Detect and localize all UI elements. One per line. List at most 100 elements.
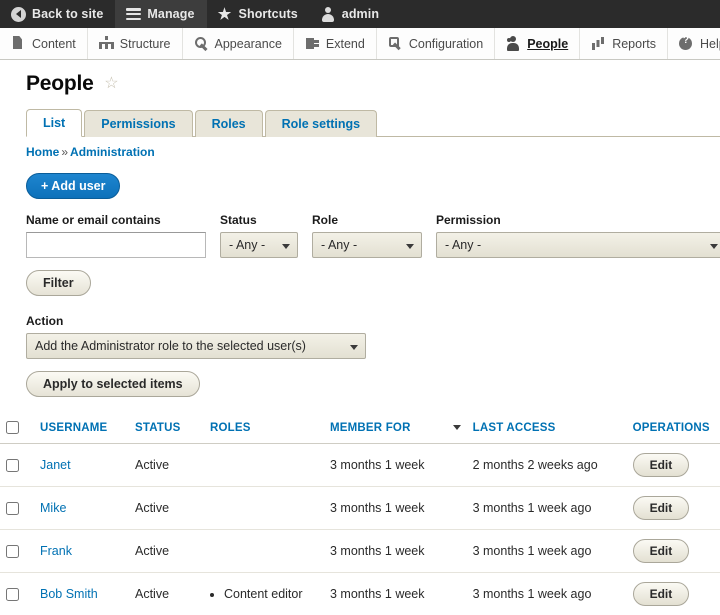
column-header-operations: OPERATIONS: [627, 413, 720, 444]
edit-button[interactable]: Edit: [633, 496, 690, 520]
cell-last-access: 3 months 1 week ago: [467, 530, 627, 573]
appearance-icon: [194, 36, 209, 51]
cell-username: Janet: [34, 444, 129, 487]
admin-toolbar: Back to site Manage ★ Shortcuts admin: [0, 0, 720, 28]
toolbar-item-account[interactable]: admin: [310, 0, 391, 28]
menu-label-help: Help: [700, 37, 720, 51]
menu-item-content[interactable]: Content: [0, 28, 88, 59]
page-title: People: [26, 72, 94, 96]
menu-item-configuration[interactable]: Configuration: [377, 28, 495, 59]
user-link[interactable]: Frank: [40, 544, 72, 558]
status-select[interactable]: - Any -: [220, 232, 298, 258]
action-select[interactable]: Add the Administrator role to the select…: [26, 333, 366, 359]
status-filter-label: Status: [220, 213, 298, 227]
table-body: Janet Active 3 months 1 week 2 months 2 …: [0, 444, 720, 615]
menu-item-people[interactable]: People: [495, 28, 580, 59]
tab-list[interactable]: List: [26, 109, 82, 137]
cell-username: Mike: [34, 487, 129, 530]
cell-operations: Edit: [627, 487, 720, 530]
row-checkbox[interactable]: [6, 545, 19, 558]
menu-label-reports: Reports: [612, 37, 656, 51]
breadcrumb-home[interactable]: Home: [26, 145, 59, 159]
edit-button[interactable]: Edit: [633, 539, 690, 563]
tab-permissions[interactable]: Permissions: [84, 110, 192, 137]
tab-role-settings[interactable]: Role settings: [265, 110, 378, 137]
star-icon: ★: [217, 6, 233, 22]
star-icon[interactable]: ☆: [104, 76, 118, 92]
row-checkbox[interactable]: [6, 502, 19, 515]
row-checkbox[interactable]: [6, 459, 19, 472]
toolbar-item-shortcuts[interactable]: ★ Shortcuts: [207, 0, 310, 28]
role-filter-field: Role - Any -: [312, 213, 422, 258]
row-select-cell: [0, 573, 34, 615]
cell-last-access: 2 months 2 weeks ago: [467, 444, 627, 487]
permission-filter-label: Permission: [436, 213, 720, 227]
admin-menu-bar: Content Structure Appearance Extend Conf…: [0, 28, 720, 60]
reports-icon: [591, 36, 606, 51]
cell-roles: Content editor: [204, 573, 324, 615]
row-checkbox[interactable]: [6, 588, 19, 601]
role-item: Content editor: [224, 587, 318, 601]
menu-label-configuration: Configuration: [409, 37, 483, 51]
permission-filter-field: Permission - Any -: [436, 213, 720, 258]
column-header-last-access[interactable]: LAST ACCESS: [467, 413, 627, 444]
hamburger-icon: [125, 6, 141, 22]
page-content: People ☆ List Permissions Roles Role set…: [0, 60, 720, 615]
cell-member-for: 3 months 1 week: [324, 444, 467, 487]
menu-label-appearance: Appearance: [215, 37, 282, 51]
people-table: USERNAME STATUS ROLES MEMBER FOR LAST AC…: [0, 413, 720, 615]
person-icon: [320, 6, 336, 22]
table-head: USERNAME STATUS ROLES MEMBER FOR LAST AC…: [0, 413, 720, 444]
back-arrow-icon: [10, 6, 26, 22]
cell-status: Active: [129, 444, 204, 487]
edit-button[interactable]: Edit: [633, 453, 690, 477]
toolbar-item-manage[interactable]: Manage: [115, 0, 206, 28]
role-select[interactable]: - Any -: [312, 232, 422, 258]
column-header-username[interactable]: USERNAME: [34, 413, 129, 444]
menu-item-reports[interactable]: Reports: [580, 28, 668, 59]
filter-button[interactable]: Filter: [26, 270, 91, 296]
structure-icon: [99, 36, 114, 51]
column-header-member-for[interactable]: MEMBER FOR: [324, 413, 467, 444]
select-all-checkbox[interactable]: [6, 421, 19, 434]
permission-select[interactable]: - Any -: [436, 232, 720, 258]
cell-roles: [204, 487, 324, 530]
apply-to-selected-items-button-top[interactable]: Apply to selected items: [26, 371, 200, 397]
breadcrumb-administration[interactable]: Administration: [70, 145, 155, 159]
edit-button[interactable]: Edit: [633, 582, 690, 606]
content-icon: [11, 36, 26, 51]
menu-item-structure[interactable]: Structure: [88, 28, 183, 59]
table-row: Mike Active 3 months 1 week 3 months 1 w…: [0, 487, 720, 530]
action-label: Action: [26, 314, 720, 328]
column-header-member-for-label: MEMBER FOR: [330, 422, 411, 434]
toolbar-label-back-to-site: Back to site: [32, 7, 103, 21]
help-icon: [679, 36, 694, 51]
table-row: Bob Smith Active Content editor 3 months…: [0, 573, 720, 615]
search-input[interactable]: [26, 232, 206, 258]
tab-roles[interactable]: Roles: [195, 110, 263, 137]
cell-username: Frank: [34, 530, 129, 573]
bulk-action-block: Action Add the Administrator role to the…: [26, 314, 720, 397]
people-icon: [506, 36, 521, 51]
page-header: People ☆: [0, 60, 720, 96]
menu-label-content: Content: [32, 37, 76, 51]
menu-item-help[interactable]: Help: [668, 28, 720, 59]
cell-last-access: 3 months 1 week ago: [467, 573, 627, 615]
roles-list: Content editor: [210, 587, 318, 601]
cell-roles: [204, 444, 324, 487]
name-filter-field: Name or email contains: [26, 213, 206, 258]
toolbar-item-back-to-site[interactable]: Back to site: [0, 0, 115, 28]
user-link[interactable]: Janet: [40, 458, 71, 472]
menu-item-appearance[interactable]: Appearance: [183, 28, 294, 59]
toolbar-label-shortcuts: Shortcuts: [239, 7, 298, 21]
menu-item-extend[interactable]: Extend: [294, 28, 377, 59]
add-user-button[interactable]: + Add user: [26, 173, 120, 199]
user-link[interactable]: Mike: [40, 501, 66, 515]
row-select-cell: [0, 530, 34, 573]
user-link[interactable]: Bob Smith: [40, 587, 98, 601]
extend-icon: [305, 36, 320, 51]
sort-desc-icon: [453, 425, 461, 430]
column-header-roles: ROLES: [204, 413, 324, 444]
primary-tabs: List Permissions Roles Role settings: [26, 108, 720, 137]
column-header-status[interactable]: STATUS: [129, 413, 204, 444]
